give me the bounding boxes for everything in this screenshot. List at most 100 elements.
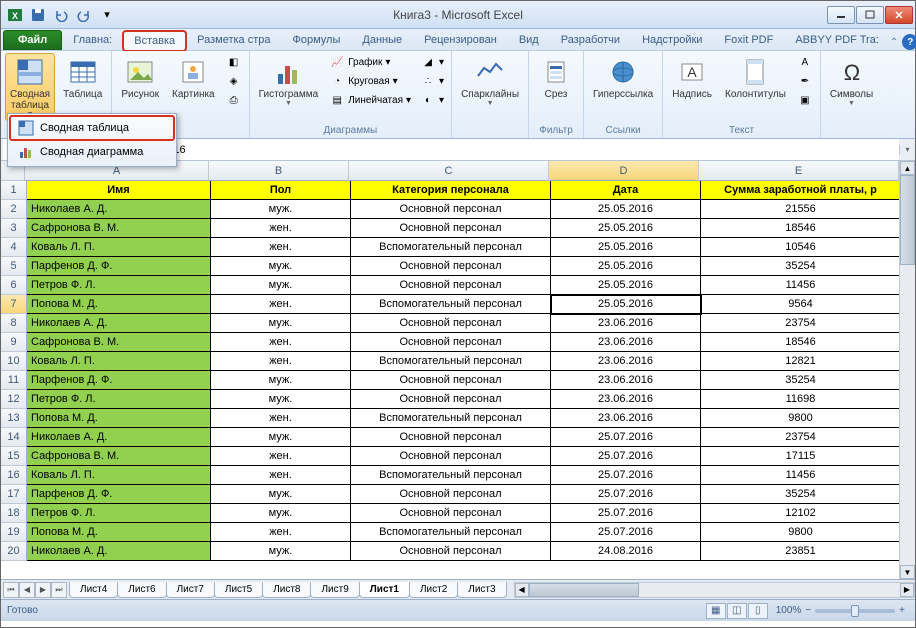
cell[interactable]: Коваль Л. П.: [27, 238, 211, 257]
other-chart-button[interactable]: ◐▾: [417, 91, 447, 109]
header-cell[interactable]: Сумма заработной платы, р: [701, 181, 899, 200]
cell[interactable]: 23.06.2016: [551, 409, 701, 428]
textbox-button[interactable]: A Надпись: [667, 53, 717, 103]
sheet-tab-Лист3[interactable]: Лист3: [457, 582, 506, 598]
cell[interactable]: Парфенов Д. Ф.: [27, 257, 211, 276]
row-header-6[interactable]: 6: [1, 276, 27, 295]
scroll-left-icon[interactable]: ◀: [515, 583, 529, 597]
cell[interactable]: жен.: [211, 352, 351, 371]
cell[interactable]: 18546: [701, 219, 899, 238]
row-header-7[interactable]: 7: [1, 295, 27, 314]
slicer-button[interactable]: Срез: [533, 53, 579, 103]
cell[interactable]: Основной персонал: [351, 485, 551, 504]
cell[interactable]: Основной персонал: [351, 390, 551, 409]
cell[interactable]: Основной персонал: [351, 504, 551, 523]
tab-вид[interactable]: Вид: [508, 30, 550, 50]
sheet-tab-Лист7[interactable]: Лист7: [166, 582, 215, 598]
sheet-nav-last-icon[interactable]: ⏭: [51, 582, 67, 598]
cell[interactable]: 18546: [701, 333, 899, 352]
cell[interactable]: Петров Ф. Л.: [27, 390, 211, 409]
scroll-down-icon[interactable]: ▼: [900, 565, 915, 579]
tab-данные[interactable]: Данные: [351, 30, 413, 50]
sheet-tab-Лист2[interactable]: Лист2: [409, 582, 458, 598]
cell[interactable]: Попова М. Д.: [27, 295, 211, 314]
cell[interactable]: Вспомогательный персонал: [351, 295, 551, 314]
cell[interactable]: 23754: [701, 428, 899, 447]
cell[interactable]: Основной персонал: [351, 542, 551, 561]
vscroll-thumb[interactable]: [900, 175, 915, 265]
clipart-button[interactable]: Картинка: [167, 53, 220, 103]
cell[interactable]: Коваль Л. П.: [27, 466, 211, 485]
symbols-button[interactable]: Ω Символы ▼: [825, 53, 878, 110]
cell[interactable]: жен.: [211, 238, 351, 257]
row-header-8[interactable]: 8: [1, 314, 27, 333]
sheet-nav-prev-icon[interactable]: ◀: [19, 582, 35, 598]
cell[interactable]: 25.07.2016: [551, 447, 701, 466]
smartart-button[interactable]: ◈: [223, 72, 245, 90]
row-header-19[interactable]: 19: [1, 523, 27, 542]
cell[interactable]: Сафронова В. М.: [27, 333, 211, 352]
cell[interactable]: Вспомогательный персонал: [351, 409, 551, 428]
cell[interactable]: 9800: [701, 409, 899, 428]
cell[interactable]: Основной персонал: [351, 314, 551, 333]
redo-icon[interactable]: [74, 5, 94, 25]
headerfooter-button[interactable]: Колонтитулы: [720, 53, 791, 103]
cell[interactable]: Вспомогательный персонал: [351, 352, 551, 371]
cell[interactable]: Николаев А. Д.: [27, 200, 211, 219]
cell[interactable]: Основной персонал: [351, 276, 551, 295]
cell[interactable]: 21556: [701, 200, 899, 219]
row-header-2[interactable]: 2: [1, 200, 27, 219]
cell[interactable]: муж.: [211, 485, 351, 504]
sheet-tab-Лист1[interactable]: Лист1: [359, 582, 410, 598]
hscroll-thumb[interactable]: [529, 583, 639, 597]
zoom-out-icon[interactable]: −: [805, 605, 811, 616]
sheet-nav-first-icon[interactable]: ⏮: [3, 582, 19, 598]
cell[interactable]: Основной персонал: [351, 333, 551, 352]
save-icon[interactable]: [28, 5, 48, 25]
cell[interactable]: 25.05.2016: [551, 295, 701, 314]
header-cell[interactable]: Дата: [551, 181, 701, 200]
row-header-13[interactable]: 13: [1, 409, 27, 428]
cell[interactable]: муж.: [211, 257, 351, 276]
cell[interactable]: 25.07.2016: [551, 504, 701, 523]
cell[interactable]: Сафронова В. М.: [27, 219, 211, 238]
row-header-12[interactable]: 12: [1, 390, 27, 409]
cell[interactable]: муж.: [211, 314, 351, 333]
header-cell[interactable]: Пол: [211, 181, 351, 200]
sheet-tab-Лист5[interactable]: Лист5: [214, 582, 263, 598]
scatter-chart-button[interactable]: ∴▾: [417, 72, 447, 90]
cell[interactable]: 25.05.2016: [551, 219, 701, 238]
cell[interactable]: Основной персонал: [351, 371, 551, 390]
scroll-right-icon[interactable]: ▶: [900, 583, 914, 597]
row-header-15[interactable]: 15: [1, 447, 27, 466]
col-header-B[interactable]: B: [209, 161, 349, 181]
qat-customize-icon[interactable]: ▾: [97, 5, 117, 25]
row-header-17[interactable]: 17: [1, 485, 27, 504]
cell[interactable]: Попова М. Д.: [27, 523, 211, 542]
pivot-chart-menuitem[interactable]: Сводная диаграмма: [10, 140, 174, 164]
cell[interactable]: жен.: [211, 523, 351, 542]
shapes-button[interactable]: ◧: [223, 53, 245, 71]
view-break-icon[interactable]: ▯: [748, 603, 768, 619]
row-header-16[interactable]: 16: [1, 466, 27, 485]
cell[interactable]: 25.07.2016: [551, 428, 701, 447]
cell[interactable]: Петров Ф. Л.: [27, 276, 211, 295]
tab-главна:[interactable]: Главна:: [62, 30, 123, 50]
pie-chart-button[interactable]: ◔Круговая ▾: [326, 72, 414, 90]
sigline-button[interactable]: ✒: [794, 72, 816, 90]
formula-input[interactable]: 25.05.2016: [126, 139, 899, 160]
cell[interactable]: жен.: [211, 219, 351, 238]
cell[interactable]: жен.: [211, 466, 351, 485]
cell[interactable]: 25.07.2016: [551, 523, 701, 542]
cell[interactable]: Вспомогательный персонал: [351, 523, 551, 542]
picture-button[interactable]: Рисунок: [116, 53, 164, 103]
histogram-button[interactable]: Гистограмма ▼: [254, 53, 324, 110]
cell[interactable]: муж.: [211, 371, 351, 390]
tab-вставка[interactable]: Вставка: [123, 31, 186, 51]
tab-разработчи[interactable]: Разработчи: [550, 30, 631, 50]
pivot-table-menuitem[interactable]: Сводная таблица: [10, 116, 174, 140]
line-chart-button[interactable]: 📈График ▾: [326, 53, 414, 71]
row-header-20[interactable]: 20: [1, 542, 27, 561]
cell[interactable]: Петров Ф. Л.: [27, 504, 211, 523]
zoom-slider[interactable]: [815, 609, 895, 613]
